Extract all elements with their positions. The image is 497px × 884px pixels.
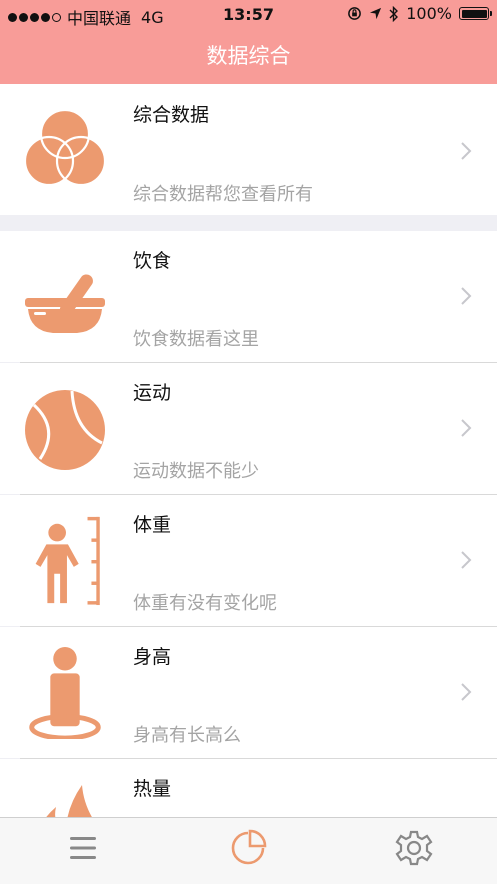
list-item-calories[interactable]: 热量 [0, 759, 497, 817]
item-subtitle: 饮食数据看这里 [133, 329, 259, 350]
chevron-right-icon [461, 419, 472, 437]
list-item-sport[interactable]: 运动 运动数据不能少 [0, 363, 497, 494]
location-arrow-icon [370, 7, 382, 20]
status-bar: 中国联通 4G 13:57 100% [0, 0, 497, 30]
gear-icon[interactable] [394, 828, 434, 868]
battery-icon [459, 7, 492, 20]
bluetooth-icon [389, 5, 399, 22]
item-subtitle: 体重有没有变化呢 [133, 593, 277, 614]
pie-chart-icon[interactable] [228, 828, 268, 868]
item-subtitle: 身高有长高么 [133, 725, 241, 746]
list-item-height[interactable]: 身高 身高有长高么 [0, 627, 497, 758]
list-item-summary[interactable]: 综合数据 综合数据帮您查看所有 [0, 84, 497, 215]
item-title: 饮食 [133, 250, 172, 272]
item-subtitle: 运动数据不能少 [133, 461, 259, 482]
item-title: 体重 [133, 514, 172, 536]
person-standing-icon [29, 646, 101, 739]
item-title: 综合数据 [133, 104, 210, 126]
battery-percent: 100% [406, 4, 452, 23]
list-item-weight[interactable]: 体重 体重有没有变化呢 [0, 495, 497, 626]
nav-bar: 数据综合 [0, 30, 497, 84]
rotation-lock-icon [348, 7, 362, 20]
item-title: 身高 [133, 646, 172, 668]
mortar-pestle-icon [25, 274, 105, 333]
chevron-right-icon [461, 142, 472, 160]
person-ruler-icon [35, 516, 100, 606]
list-item-diet[interactable]: 饮食 饮食数据看这里 [0, 231, 497, 362]
item-subtitle: 综合数据帮您查看所有 [133, 184, 313, 205]
tennis-ball-icon [25, 390, 105, 470]
page-title: 数据综合 [206, 44, 291, 68]
tab-bar [0, 817, 497, 884]
item-title: 热量 [133, 778, 172, 800]
flame-icon [46, 785, 92, 817]
venn-circles-icon [23, 108, 107, 187]
item-title: 运动 [133, 382, 172, 404]
chevron-right-icon [461, 551, 472, 569]
chevron-right-icon [461, 683, 472, 701]
menu-icon[interactable] [63, 828, 103, 868]
chevron-right-icon [461, 287, 472, 305]
